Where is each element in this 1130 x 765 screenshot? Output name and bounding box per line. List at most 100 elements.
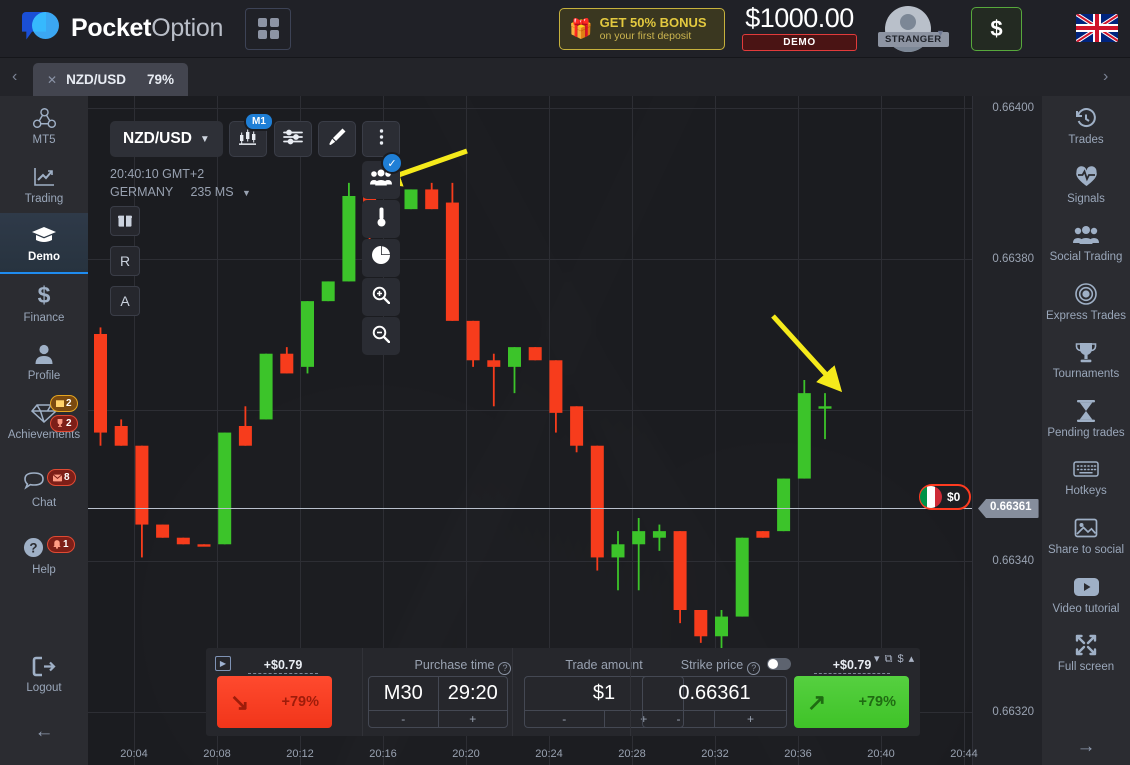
gift-tool-button[interactable] (110, 206, 140, 236)
sidebar-collapse-left-icon[interactable]: ← (0, 721, 88, 743)
sidebar-item-video-tutorial[interactable]: Video tutorial (1042, 565, 1130, 624)
sidebar-item-social-trading[interactable]: Social Trading (1042, 213, 1130, 272)
magnifier-plus-icon (372, 286, 391, 309)
italy-flag-icon (920, 486, 942, 508)
target-rings-icon (1044, 281, 1128, 307)
trade-marker[interactable]: $0 (919, 484, 972, 510)
indicators-button[interactable] (274, 121, 312, 157)
strike-price-plus[interactable]: + (715, 711, 786, 727)
timeframe-badge[interactable]: M1 (244, 112, 274, 131)
x-tick: 20:16 (369, 748, 397, 760)
sidebar-item-label: Trading (24, 192, 64, 205)
sidebar-item-full-screen[interactable]: Full screen (1042, 623, 1130, 682)
purchase-time-field[interactable]: M30 29:20 - + (368, 676, 508, 728)
purchase-time-countdown[interactable]: 29:20 (439, 677, 508, 710)
sidebar-item-pending-trades[interactable]: Pending trades (1042, 389, 1130, 448)
chevron-down-icon[interactable]: ▼ (242, 188, 251, 198)
strike-price-text: Strike price (680, 658, 744, 672)
strike-price-toggle[interactable] (767, 658, 792, 670)
thermometer-icon (376, 207, 387, 232)
purchase-time-period[interactable]: M30 (369, 677, 439, 710)
pie-chart-icon (371, 246, 391, 270)
strike-price-value[interactable]: 0.66361 (643, 677, 786, 710)
sidebar-item-mt5[interactable]: MT5 (0, 96, 88, 155)
balance-amount: $1000.00 (745, 3, 854, 33)
asset-tab-nzdusd[interactable]: ✕ NZD/USD 79% (33, 63, 188, 96)
purchase-time-text: Purchase time (414, 658, 495, 672)
panel-corner-icons[interactable]: ▾ ⧉ $ ▴ (874, 652, 915, 666)
alerts-tool-button[interactable]: A (110, 286, 140, 316)
grid-apps-icon (257, 18, 279, 39)
chart-line-icon (2, 164, 86, 190)
chevron-down-icon[interactable]: ▼ (936, 28, 945, 38)
buy-button[interactable]: ↗ +79% (794, 676, 909, 728)
drawing-button[interactable] (318, 121, 356, 157)
strike-price-minus[interactable]: - (643, 711, 715, 727)
help-notification-badge[interactable]: 1 (47, 535, 75, 553)
question-icon[interactable]: ? (498, 661, 512, 675)
kebab-menu-icon (379, 128, 384, 151)
sidebar-item-label: Help (32, 563, 56, 576)
sidebar-item-finance[interactable]: $ Finance (0, 274, 88, 333)
sidebar-collapse-right-icon[interactable]: → (1042, 736, 1130, 758)
bonus-banner[interactable]: 🎁 GET 50% BONUS on your first deposit (559, 8, 725, 50)
sidebar-item-signals[interactable]: Signals (1042, 155, 1130, 214)
user-icon (2, 341, 86, 367)
arrow-down-right-icon: ↘ (230, 688, 250, 715)
sidebar-item-achievements[interactable]: 2 2 Achievements (0, 391, 88, 450)
sidebar-item-chat[interactable]: 8 Chat (0, 459, 88, 518)
profile-widget[interactable]: STRANGER ▼ (872, 6, 949, 52)
purchase-time-minus[interactable]: - (369, 711, 439, 727)
account-type-badge[interactable]: DEMO (742, 34, 857, 52)
achievement-gift-badge[interactable]: 2 (50, 394, 78, 412)
brand-logo[interactable]: PocketOption (22, 10, 223, 48)
sidebar-item-share-to-social[interactable]: Share to social (1042, 506, 1130, 565)
mt5-icon (2, 105, 86, 131)
close-icon[interactable]: ✕ (47, 73, 57, 87)
current-price-line (88, 508, 972, 509)
sidebar-item-trades[interactable]: Trades (1042, 96, 1130, 155)
sidebar-item-tournaments[interactable]: Tournaments (1042, 330, 1130, 389)
play-box-icon[interactable]: ▶ (215, 656, 231, 671)
price-axis[interactable]: 0.66400 0.66380 0.66340 0.66320 (972, 96, 1042, 765)
sidebar-item-profile[interactable]: Profile (0, 332, 88, 391)
symbol-selector[interactable]: NZD/USD ▼ (110, 121, 223, 157)
zoom-in-tool-button[interactable] (362, 278, 400, 316)
trade-panel: ▶ +$0.79 Purchase time? M30 29:20 - + Tr… (206, 648, 920, 736)
ohlc-readout: Open: Close: High: Low: (198, 760, 232, 765)
asset-tab-bar: ‹ › ✕ NZD/USD 79% (0, 58, 1130, 96)
sell-button[interactable]: ↘ +79% (217, 676, 332, 728)
brand-name: PocketOption (71, 14, 223, 43)
server-location: GERMANY (110, 185, 173, 200)
x-tick: 20:08 (203, 748, 231, 760)
balance-widget[interactable]: $1000.00 DEMO (742, 3, 857, 52)
achievement-trophy-badge[interactable]: 2 (50, 414, 78, 432)
x-tick: 20:12 (286, 748, 314, 760)
sidebar-item-demo[interactable]: Demo (0, 213, 88, 274)
chat-unread-badge[interactable]: 8 (47, 469, 76, 487)
pie-stats-tool-button[interactable] (362, 239, 400, 277)
apps-grid-button[interactable] (245, 7, 292, 50)
tabs-scroll-left-icon[interactable]: ‹ (12, 68, 17, 86)
y-tick: 0.66320 (992, 706, 1034, 718)
replay-tool-button[interactable]: R (110, 246, 140, 276)
sidebar-item-hotkeys[interactable]: Hotkeys (1042, 447, 1130, 506)
zoom-out-tool-button[interactable] (362, 317, 400, 355)
question-icon[interactable]: ? (747, 661, 761, 675)
sidebar-item-logout[interactable]: Logout (0, 644, 88, 703)
sidebar-item-express-trades[interactable]: Express Trades (1042, 272, 1130, 331)
sidebar-item-trading[interactable]: Trading (0, 155, 88, 214)
tabs-scroll-right-icon[interactable]: › (1103, 68, 1108, 86)
strike-price-field[interactable]: 0.66361 - + (642, 676, 787, 728)
purchase-time-plus[interactable]: + (439, 711, 508, 727)
uk-flag-icon[interactable] (1076, 14, 1118, 42)
bonus-subtitle: on your first deposit (599, 30, 692, 43)
sentiment-tool-button[interactable] (362, 200, 400, 238)
gift-icon: 🎁 (569, 19, 593, 40)
deposit-button[interactable]: $ (971, 7, 1022, 51)
badge-count: 1 (63, 538, 69, 550)
brand-bold: Pocket (71, 14, 152, 42)
trade-amount-minus[interactable]: - (525, 711, 605, 727)
sidebar-item-help[interactable]: ? 1 Help (0, 526, 88, 585)
video-play-icon (1044, 574, 1128, 600)
